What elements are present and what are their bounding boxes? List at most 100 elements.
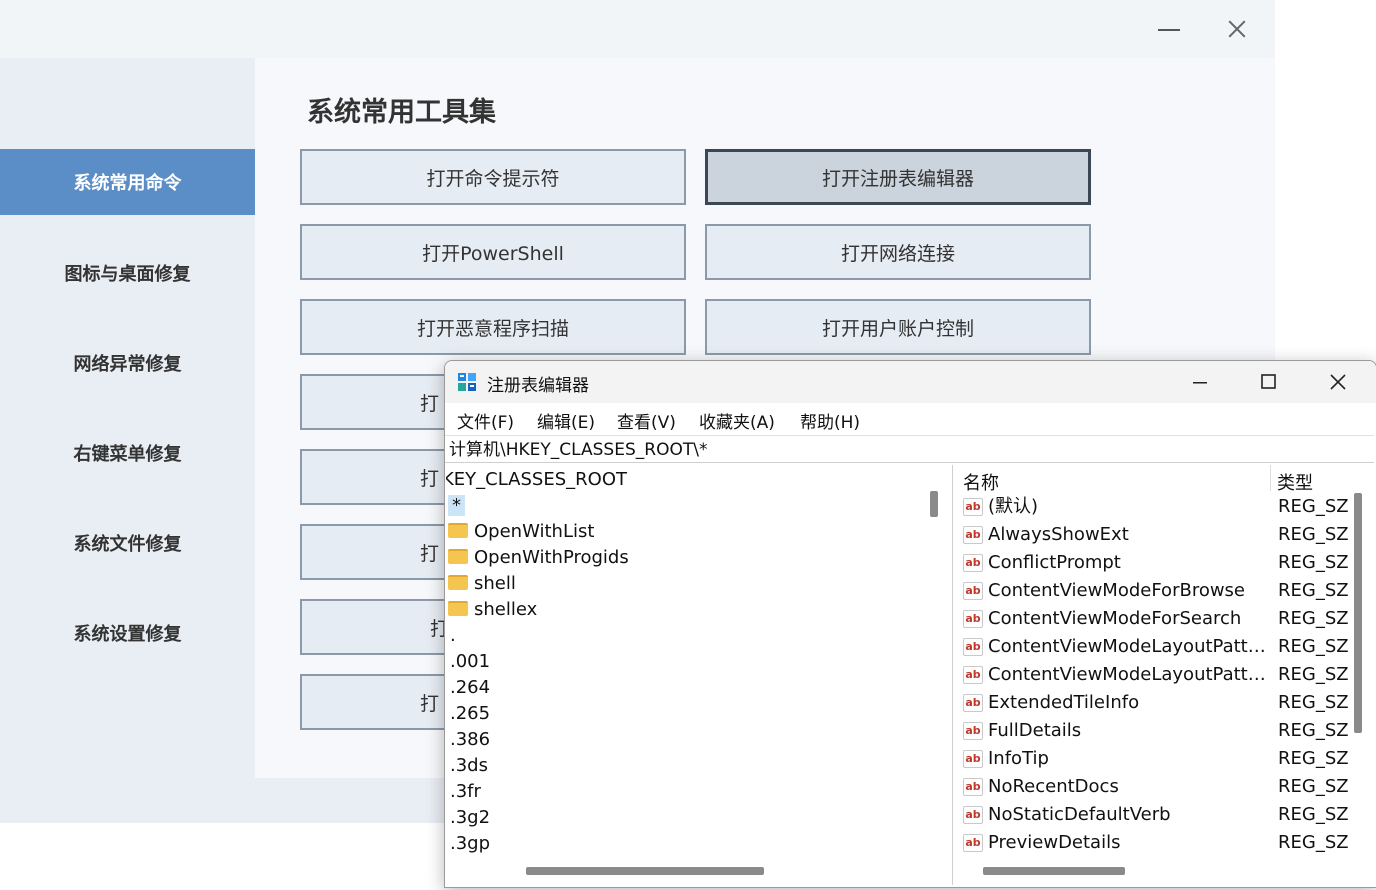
tree-item-label: .3fr <box>450 781 481 802</box>
values-horizontal-scrollbar[interactable] <box>983 867 1125 875</box>
open-cmd-button[interactable]: 打开命令提示符 <box>300 149 686 205</box>
sidebar-item-label: 系统常用命令 <box>73 173 182 194</box>
tree-horizontal-scrollbar[interactable] <box>526 867 764 875</box>
value-name: ContentViewModeLayoutPatte... <box>988 636 1270 657</box>
value-name: ContentViewModeForBrowse <box>988 580 1246 601</box>
sidebar: 系统常用命令 图标与桌面修复 网络异常修复 右键菜单修复 系统文件修复 系统设置… <box>0 58 255 823</box>
value-type: REG_SZ <box>1278 692 1349 713</box>
tree-item-label: shell <box>474 573 516 594</box>
regedit-minimize-icon[interactable] <box>1177 365 1223 399</box>
string-value-icon: ab <box>963 722 983 740</box>
value-row[interactable]: ab ContentViewModeForBrowse REG_SZ <box>957 577 1357 605</box>
tree-item-3ds[interactable]: .3ds <box>450 753 488 779</box>
sidebar-item-label: 图标与桌面修复 <box>64 264 191 285</box>
values-vertical-scrollbar[interactable] <box>1354 493 1362 733</box>
open-uac-button[interactable]: 打开用户账户控制 <box>705 299 1091 355</box>
value-name: ExtendedTileInfo <box>988 692 1140 713</box>
value-row[interactable]: ab ConflictPrompt REG_SZ <box>957 549 1357 577</box>
tree-item-3gp[interactable]: .3gp <box>450 831 490 857</box>
menu-favorites[interactable]: 收藏夹(A) <box>699 408 775 433</box>
sidebar-item-system-file-repair[interactable]: 系统文件修复 <box>0 510 255 576</box>
app-close-icon[interactable] <box>1226 18 1248 40</box>
value-row[interactable]: ab AlwaysShowExt REG_SZ <box>957 521 1357 549</box>
value-row[interactable]: ab FullDetails REG_SZ <box>957 717 1357 745</box>
tree-item-dot[interactable]: . <box>450 623 456 649</box>
menu-help[interactable]: 帮助(H) <box>800 408 860 433</box>
value-row[interactable]: ab (默认) REG_SZ <box>957 493 1357 521</box>
tree-item-shell[interactable]: shell <box>448 571 516 597</box>
tree-item-hkcr[interactable]: KEY_CLASSES_ROOT <box>446 467 627 493</box>
open-malware-scan-button[interactable]: 打开恶意程序扫描 <box>300 299 686 355</box>
value-row[interactable]: ab ExtendedTileInfo REG_SZ <box>957 689 1357 717</box>
value-name: PreviewDetails <box>988 832 1121 853</box>
sidebar-item-label: 系统文件修复 <box>73 534 182 555</box>
menu-file[interactable]: 文件(F) <box>457 408 514 433</box>
tree-item-001[interactable]: .001 <box>450 649 490 675</box>
value-type: REG_SZ <box>1278 580 1349 601</box>
menu-view[interactable]: 查看(V) <box>617 408 676 433</box>
app-titlebar <box>0 0 1275 58</box>
value-type: REG_SZ <box>1278 748 1349 769</box>
sidebar-item-label: 右键菜单修复 <box>73 444 182 465</box>
folder-icon <box>448 523 468 538</box>
value-row[interactable]: ab NoRecentDocs REG_SZ <box>957 773 1357 801</box>
tree-item-label: OpenWithList <box>474 521 595 542</box>
value-name: ContentViewModeLayoutPatte... <box>988 664 1270 685</box>
sidebar-item-network-repair[interactable]: 网络异常修复 <box>0 330 255 396</box>
string-value-icon: ab <box>963 778 983 796</box>
open-network-connections-button[interactable]: 打开网络连接 <box>705 224 1091 280</box>
sidebar-item-label: 网络异常修复 <box>73 354 182 375</box>
value-row[interactable]: ab ContentViewModeForSearch REG_SZ <box>957 605 1357 633</box>
value-row[interactable]: ab PreviewDetails REG_SZ <box>957 829 1357 857</box>
tree-item-label: .386 <box>450 729 491 750</box>
value-row[interactable]: ab InfoTip REG_SZ <box>957 745 1357 773</box>
value-type: REG_SZ <box>1278 720 1349 741</box>
tree-item-label: .264 <box>450 677 491 698</box>
address-bar[interactable]: 计算机\HKEY_CLASSES_ROOT\* <box>445 435 1374 463</box>
tree-item-label: .001 <box>450 651 491 672</box>
tree-item-openwithprogids[interactable]: OpenWithProgids <box>448 545 629 571</box>
tree-item-3g2[interactable]: .3g2 <box>450 805 490 831</box>
value-row[interactable]: ab NoStaticDefaultVerb REG_SZ <box>957 801 1357 829</box>
sidebar-item-system-settings-repair[interactable]: 系统设置修复 <box>0 600 255 666</box>
regedit-window: 注册表编辑器 文件(F) 编辑(E) 查看(V) 收藏夹(A) 帮助(H) 计算… <box>444 360 1376 888</box>
folder-icon <box>448 601 468 616</box>
regedit-close-icon[interactable] <box>1315 365 1361 399</box>
regedit-titlebar[interactable]: 注册表编辑器 <box>445 361 1376 403</box>
string-value-icon: ab <box>963 750 983 768</box>
tree-item-shellex[interactable]: shellex <box>448 597 537 623</box>
value-row[interactable]: ab ContentViewModeLayoutPatte... REG_SZ <box>957 633 1357 661</box>
tree-item-265[interactable]: .265 <box>450 701 490 727</box>
value-name: NoStaticDefaultVerb <box>988 804 1171 825</box>
tree-item-label: . <box>450 625 456 646</box>
value-name: ContentViewModeForSearch <box>988 608 1242 629</box>
tree-item-label: KEY_CLASSES_ROOT <box>446 469 627 490</box>
value-type: REG_SZ <box>1278 664 1349 685</box>
tree-item-264[interactable]: .264 <box>450 675 490 701</box>
tree-vertical-scrollbar[interactable] <box>930 491 938 517</box>
column-separator[interactable] <box>1270 465 1271 491</box>
open-regedit-button[interactable]: 打开注册表编辑器 <box>705 149 1091 205</box>
app-minimize-icon[interactable] <box>1158 29 1180 31</box>
folder-icon <box>448 549 468 564</box>
column-header-name[interactable]: 名称 <box>963 469 999 495</box>
value-name: InfoTip <box>988 748 1049 769</box>
tree-item-star[interactable]: * <box>448 493 465 519</box>
value-row[interactable]: ab ContentViewModeLayoutPatte... REG_SZ <box>957 661 1357 689</box>
menu-edit[interactable]: 编辑(E) <box>537 408 595 433</box>
regedit-maximize-icon[interactable] <box>1245 365 1291 399</box>
value-name: AlwaysShowExt <box>988 524 1129 545</box>
sidebar-item-common-commands[interactable]: 系统常用命令 <box>0 149 255 215</box>
tree-item-label: .3ds <box>450 755 488 776</box>
open-powershell-button[interactable]: 打开PowerShell <box>300 224 686 280</box>
page-title: 系统常用工具集 <box>307 97 496 128</box>
value-type: REG_SZ <box>1278 804 1349 825</box>
tree-item-openwithlist[interactable]: OpenWithList <box>448 519 594 545</box>
sidebar-item-icon-desktop-repair[interactable]: 图标与桌面修复 <box>0 240 255 306</box>
tree-item-3fr[interactable]: .3fr <box>450 779 481 805</box>
column-header-type[interactable]: 类型 <box>1277 469 1313 495</box>
string-value-icon: ab <box>963 806 983 824</box>
sidebar-item-context-menu-repair[interactable]: 右键菜单修复 <box>0 420 255 486</box>
string-value-icon: ab <box>963 554 983 572</box>
tree-item-386[interactable]: .386 <box>450 727 490 753</box>
